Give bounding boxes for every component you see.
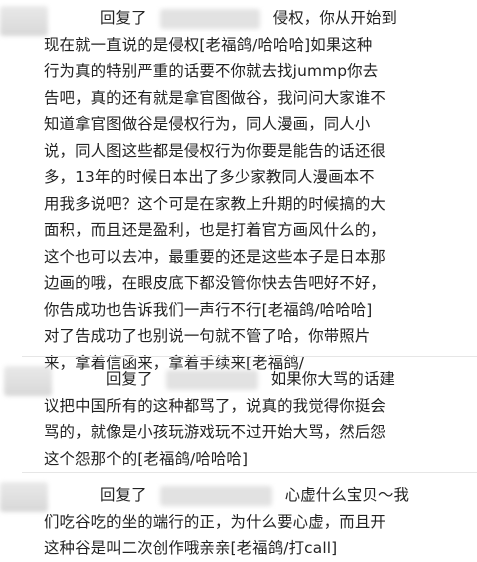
comment-text: 边画的哦，在眼皮底下都没管你快去告吧好不好， [44, 274, 386, 292]
reply-label: 回复了 [100, 9, 147, 27]
comment-text: 侵权，你从开始到 [272, 9, 398, 27]
comment-text: 现在就一直说的是侵权[老福鸽/哈哈哈]如果这种 [44, 35, 373, 54]
divider [22, 356, 477, 357]
comment-text: 面积，而且还是盈利，也是打着官方画风什么的， [44, 221, 386, 239]
comment-text: 你告成功也告诉我们一声行不行[老福鸽/哈哈哈] [44, 300, 373, 319]
divider [22, 472, 477, 473]
comment-text: 们吃谷吃的坐的端行的正，为什么要心虚，而且开 [44, 512, 386, 531]
comment-2: 回复了 如果你大骂的话建 议把中国所有的这种都骂了，说真的我觉得你挺会 骂的，就… [0, 366, 477, 472]
comment-text: 骂的，就像是小孩玩游戏玩不过开始大骂，然后怨 [44, 423, 386, 441]
comment-text: 用我多说吧？这个可是在家教上升期的时候搞的大 [44, 194, 386, 213]
reply-label: 回复了 [100, 486, 147, 504]
comment-text: 知道拿官图做谷是侵权行为，同人漫画，同人小 [44, 115, 371, 133]
comment-text: 如果你大骂的话建 [270, 370, 396, 388]
comment-text: 这个怨那个的[老福鸽/哈哈哈] [44, 449, 249, 468]
comment-text: 多，13年的时候日本出了多少家教同人漫画本不 [44, 168, 375, 186]
comment-text: 说，同人图这些都是侵权行为你要是能告的话还很 [44, 141, 386, 160]
comment-text: 这个也可以去冲，最重要的还是这些本子是日本那 [44, 247, 386, 266]
comment-line: 回复了 如果你大骂的话建 [44, 366, 467, 393]
comment-text: 议把中国所有的这种都骂了，说真的我觉得你挺会 [44, 396, 386, 415]
comment-text: 行为真的特别严重的话要不你就去找jummp你去 [44, 62, 379, 80]
blurred-username[interactable] [159, 8, 260, 29]
comment-3: 回复了 心虚什么宝贝～我 们吃谷吃的坐的端行的正，为什么要心虚，而且开 这种谷是… [0, 482, 477, 562]
blurred-username[interactable] [165, 369, 258, 390]
comment-line: 回复了 心虚什么宝贝～我 [44, 482, 467, 509]
comment-line: 回复了 侵权，你从开始到 [44, 5, 467, 32]
comment-feed: 回复了 侵权，你从开始到 现在就一直说的是侵权[老福鸽/哈哈哈]如果这种 行为真… [0, 0, 477, 558]
comment-text: 告吧，真的还有就是拿官图做谷，我问问大家谁不 [44, 88, 386, 107]
comment-1: 回复了 侵权，你从开始到 现在就一直说的是侵权[老福鸽/哈哈哈]如果这种 行为真… [0, 5, 477, 376]
comment-text: 心虚什么宝贝～我 [284, 486, 410, 504]
blurred-username[interactable] [159, 485, 272, 506]
reply-label: 回复了 [106, 370, 153, 388]
comment-text: 对了告成功了也别说一句就不管了哈，你带照片 [44, 327, 371, 345]
